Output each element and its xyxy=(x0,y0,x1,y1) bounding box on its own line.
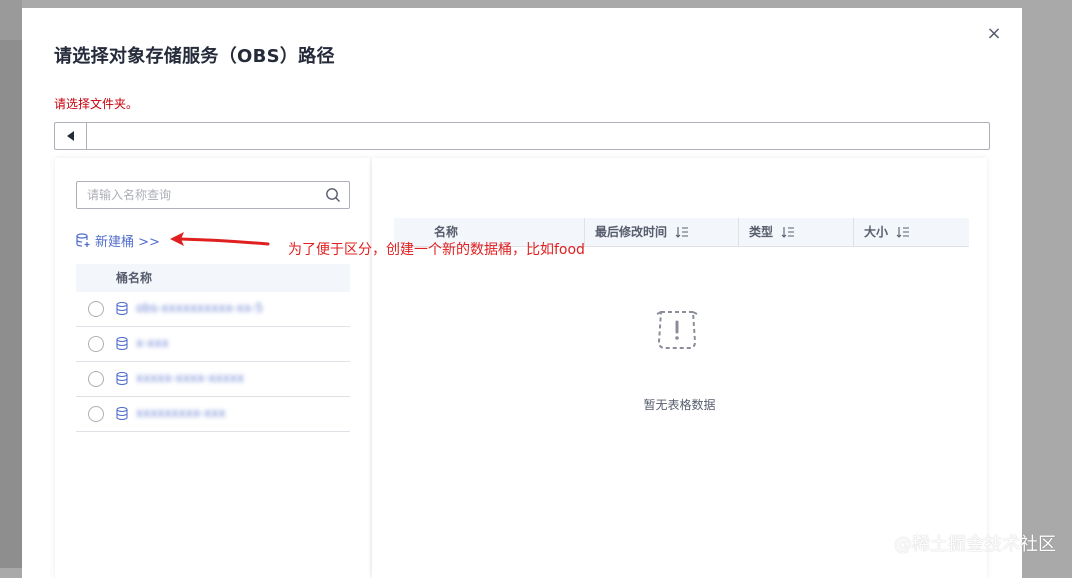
bucket-table-header: 桶名称 xyxy=(76,264,350,292)
dialog-title: 请选择对象存储服务（OBS）路径 xyxy=(54,46,335,67)
folder-hint: 请选择文件夹。 xyxy=(54,97,139,111)
obs-path-dialog: × 请选择对象存储服务（OBS）路径 请选择文件夹。 新建桶 >> 桶 xyxy=(22,8,1022,578)
column-modified[interactable]: 最后修改时间 xyxy=(584,218,738,246)
column-size-label: 大小 xyxy=(864,225,889,239)
triangle-left-icon xyxy=(66,131,74,141)
table-row[interactable]: x-xxx xyxy=(76,327,350,362)
close-icon[interactable]: × xyxy=(984,24,1004,44)
bucket-radio[interactable] xyxy=(88,301,104,317)
search-input[interactable] xyxy=(77,182,332,208)
bucket-radio[interactable] xyxy=(88,406,104,422)
sort-icon[interactable] xyxy=(896,226,910,238)
bucket-name[interactable]: xxxxx-xxxx-xxxxx xyxy=(136,371,244,385)
bucket-table: 桶名称 obs-xxxxxxxxxx-xx-5 x-xxx xxxxx-xxxx… xyxy=(76,264,350,432)
new-bucket-label: 新建桶 >> xyxy=(95,235,160,250)
sort-icon[interactable] xyxy=(675,226,689,238)
table-row[interactable]: obs-xxxxxxxxxx-xx-5 xyxy=(76,292,350,327)
bucket-name[interactable]: xxxxxxxxx-xxx xyxy=(136,406,226,420)
column-type-label: 类型 xyxy=(749,225,774,239)
table-row[interactable]: xxxxx-xxxx-xxxxx xyxy=(76,362,350,397)
background-tab xyxy=(0,0,22,40)
column-modified-label: 最后修改时间 xyxy=(595,225,668,239)
back-button[interactable] xyxy=(55,123,87,149)
database-icon xyxy=(116,302,128,315)
path-bar[interactable] xyxy=(54,122,990,150)
bucket-name[interactable]: obs-xxxxxxxxxx-xx-5 xyxy=(136,301,263,315)
object-panel: 名称 最后修改时间 类型 大小 暂无表格数据 xyxy=(372,158,987,578)
bucket-radio[interactable] xyxy=(88,371,104,387)
search-icon[interactable] xyxy=(325,187,341,203)
database-icon xyxy=(116,372,128,385)
column-type[interactable]: 类型 xyxy=(738,218,853,246)
empty-data-icon xyxy=(656,311,698,349)
database-icon xyxy=(116,337,128,350)
annotation-arrow-icon xyxy=(170,232,270,246)
new-bucket-link[interactable]: 新建桶 >> xyxy=(76,231,160,250)
empty-text: 暂无表格数据 xyxy=(643,398,716,412)
sort-icon[interactable] xyxy=(781,226,795,238)
table-row[interactable]: xxxxxxxxx-xxx xyxy=(76,397,350,432)
annotation-text: 为了便于区分，创建一个新的数据桶，比如food xyxy=(288,242,585,258)
bucket-panel: 新建桶 >> 桶名称 obs-xxxxxxxxxx-xx-5 x-xxx xxx… xyxy=(55,158,370,578)
bucket-name[interactable]: x-xxx xyxy=(136,336,169,350)
bucket-search xyxy=(76,181,350,209)
database-icon xyxy=(116,407,128,420)
background-strip xyxy=(0,0,22,568)
watermark: @稀土掘金技术社区 xyxy=(894,534,1056,555)
bucket-radio[interactable] xyxy=(88,336,104,352)
column-size[interactable]: 大小 xyxy=(853,218,969,246)
bucket-add-icon xyxy=(76,233,90,247)
